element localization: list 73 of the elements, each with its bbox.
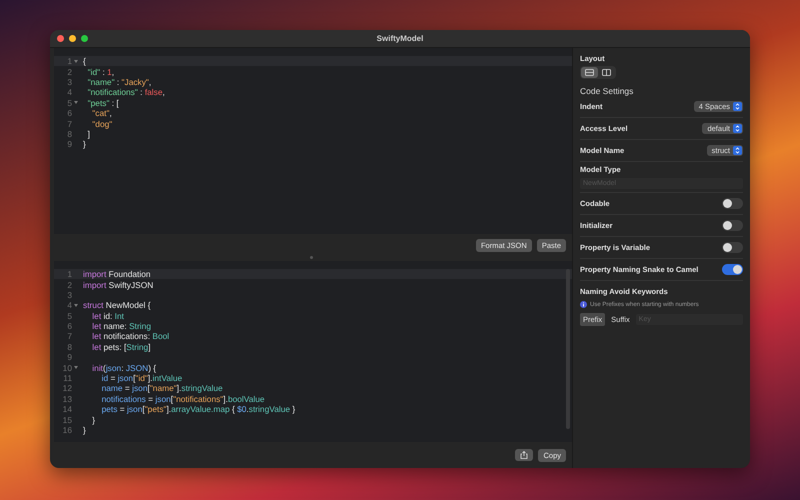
code-line: { <box>83 56 86 66</box>
code-line: id = json["id"].intValue <box>100 373 182 384</box>
code-line: pets = json["pets"].arrayValue.map { $0.stringValue } <box>100 404 296 414</box>
line-number: 4 <box>66 300 73 310</box>
code-line: import SwiftyJSON <box>83 280 154 290</box>
line-number: 7 <box>66 118 73 129</box>
line-number: 9 <box>66 139 73 150</box>
line-number: 3 <box>66 76 73 87</box>
code-line: "name" : "Jacky", <box>86 76 152 87</box>
line-number: 1 <box>66 56 73 66</box>
fold-caret-icon[interactable] <box>74 101 78 104</box>
line-number: 8 <box>66 128 73 139</box>
close-button[interactable] <box>57 35 64 42</box>
code-line: let name: String <box>91 321 151 332</box>
line-number: 10 <box>62 362 73 373</box>
code-line: } <box>83 424 86 435</box>
line-number: 2 <box>66 280 73 290</box>
fold-caret-icon[interactable] <box>74 304 78 307</box>
line-number: 1 <box>66 269 73 280</box>
code-line: import Foundation <box>83 269 151 280</box>
line-number: 12 <box>62 383 73 394</box>
line-number: 7 <box>66 331 73 342</box>
code-line: "dog" <box>91 118 112 129</box>
toggle-switch[interactable] <box>722 242 743 253</box>
chevron-updown-icon <box>735 147 740 154</box>
code-line: "id" : 1, <box>86 66 114 77</box>
code-line: "notifications" : false, <box>86 87 165 98</box>
code-line: name = json["name"].stringValue <box>100 383 223 394</box>
toggle-switch[interactable] <box>722 220 743 231</box>
line-number: 6 <box>66 108 73 118</box>
code-line: notifications = json["notifications"].boolValue <box>100 394 265 404</box>
line-number: 11 <box>62 373 73 384</box>
code-line: let notifications: Bool <box>91 331 170 342</box>
line-number: 8 <box>66 342 73 352</box>
code-line: let id: Int <box>91 310 124 321</box>
share-button[interactable] <box>515 449 534 462</box>
fold-caret-icon[interactable] <box>74 366 78 370</box>
line-number: 2 <box>66 66 73 77</box>
layout-option[interactable] <box>581 67 598 78</box>
splitter-handle-icon[interactable] <box>310 256 312 260</box>
code-editor[interactable]: 1 { 2 "id" : 1, 3 "name" : "Jacky", 4 "notifications" : false, 5 "pets" : [ 6 "cat", 7 "dog" 8 ] 9 } <box>54 48 572 234</box>
line-number: 3 <box>66 290 73 300</box>
vertical-split-icon <box>602 69 611 76</box>
horizontal-split-icon <box>585 69 594 76</box>
section-title: Code Settings <box>580 86 634 96</box>
code-editor[interactable] <box>54 260 572 442</box>
line-number: 5 <box>66 98 73 108</box>
line-number: 5 <box>66 310 73 321</box>
code-line: init(json: JSON) { <box>91 362 156 373</box>
line-number: 9 <box>66 352 73 362</box>
line-number: 16 <box>62 424 73 435</box>
chevron-updown-icon <box>735 125 740 132</box>
line-number: 15 <box>62 414 73 425</box>
fold-caret-icon[interactable] <box>74 60 78 63</box>
code-line: "pets" : [ <box>86 98 119 108</box>
code-line: "cat", <box>91 108 112 118</box>
code-line: ] <box>86 128 90 139</box>
zoom-button[interactable] <box>81 35 88 42</box>
code-line: } <box>83 139 86 150</box>
code-line: struct NewModel { <box>83 300 150 310</box>
toggle-switch[interactable] <box>722 198 743 209</box>
line-number: 14 <box>62 404 73 414</box>
toggle-switch[interactable] <box>722 264 743 275</box>
line-number: 13 <box>62 394 73 404</box>
share-icon <box>520 451 528 460</box>
info-icon <box>580 301 587 308</box>
minimize-button[interactable] <box>69 35 76 42</box>
line-number: 4 <box>66 87 73 98</box>
code-line: let pets: [String] <box>91 342 151 352</box>
code-line: } <box>91 414 96 425</box>
chevron-updown-icon <box>735 103 740 110</box>
line-number: 6 <box>66 321 73 332</box>
window-title: SwiftyModel <box>376 34 424 43</box>
